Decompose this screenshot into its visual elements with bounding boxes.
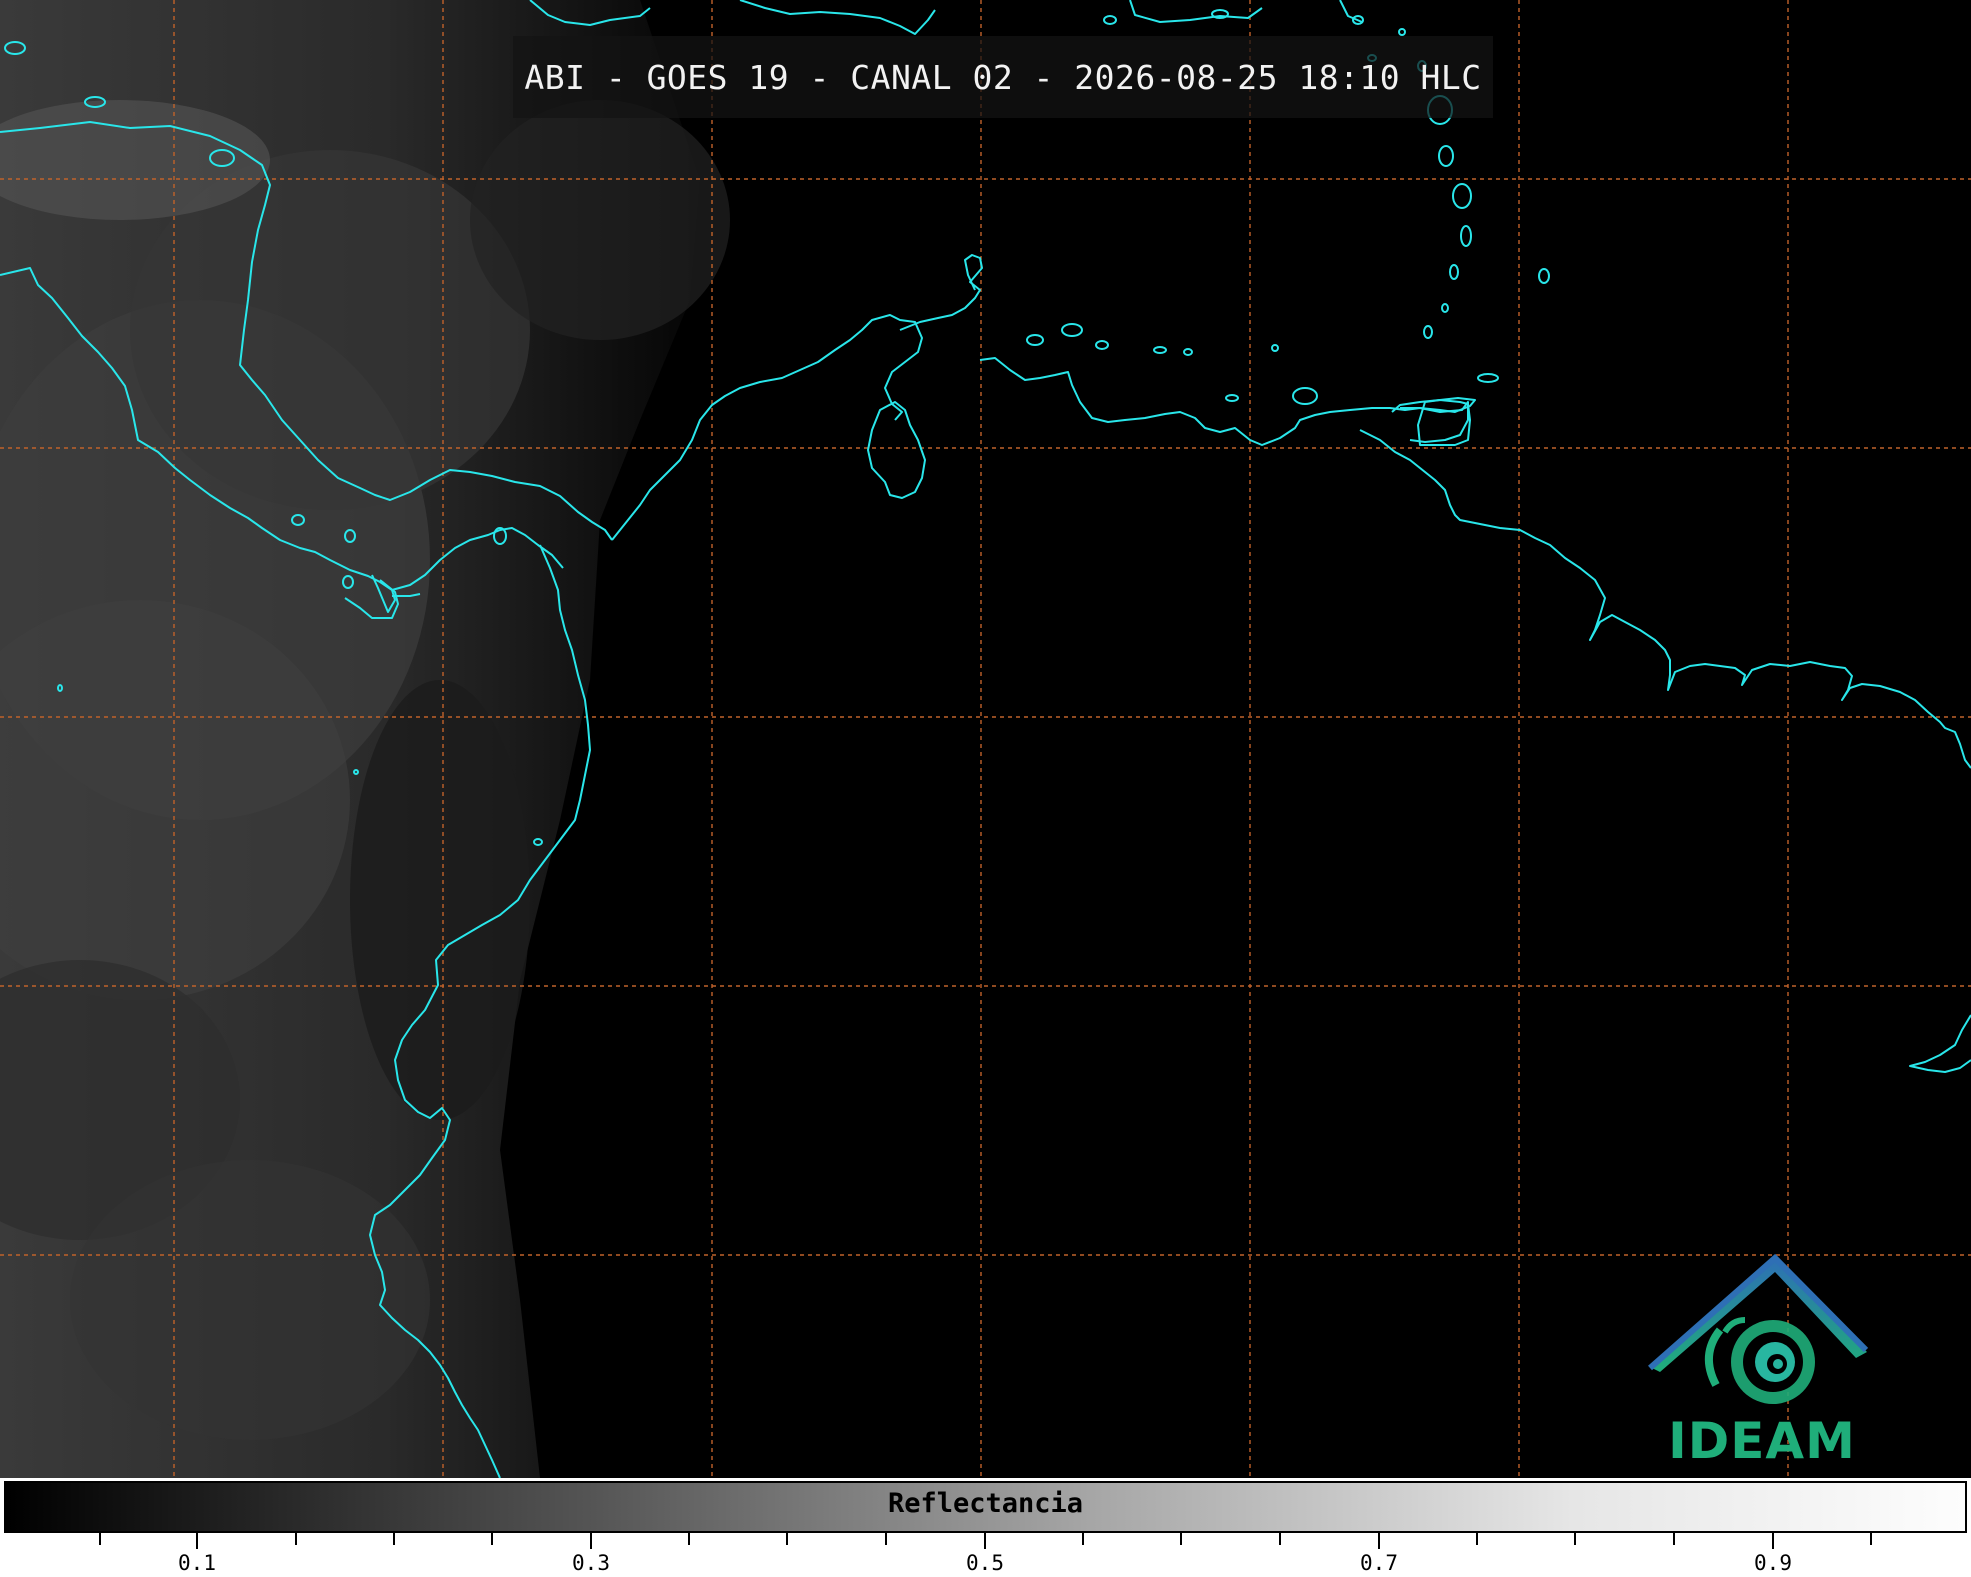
colorbar-tick-label: 0.3 bbox=[572, 1551, 610, 1575]
title-banner: ABI - GOES 19 - CANAL 02 - 2026-08-25 18… bbox=[513, 36, 1493, 118]
colorbar-tick-label: 0.9 bbox=[1754, 1551, 1792, 1575]
colorbar-ticks bbox=[99, 1533, 1872, 1549]
colorbar-tick-label: 0.1 bbox=[178, 1551, 216, 1575]
satellite-image-viewer: ABI - GOES 19 - CANAL 02 - 2026-08-25 18… bbox=[0, 0, 1971, 1577]
satellite-map bbox=[0, 0, 1971, 1478]
colorbar-tick-label: 0.7 bbox=[1360, 1551, 1398, 1575]
colorbar-label: Reflectancia bbox=[887, 1488, 1084, 1519]
colorbar-tick-label: 0.5 bbox=[966, 1551, 1004, 1575]
image-title: ABI - GOES 19 - CANAL 02 - 2026-08-25 18… bbox=[524, 57, 1482, 97]
ideam-logo-text: IDEAM bbox=[1668, 1412, 1856, 1470]
